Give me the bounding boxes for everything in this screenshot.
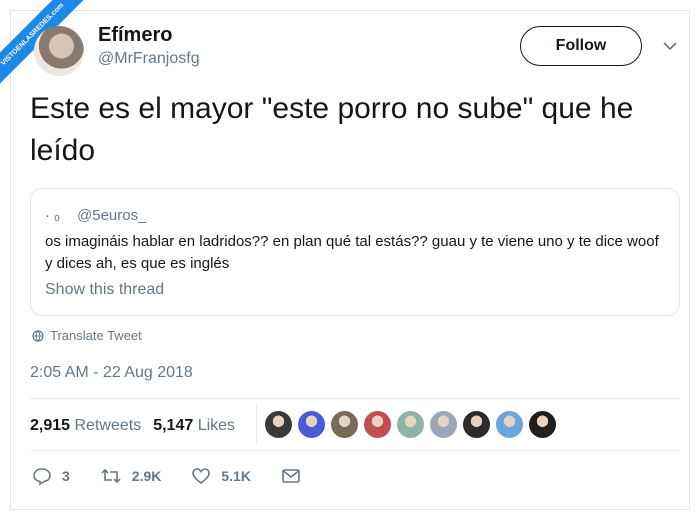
reply-button[interactable]: 3 (32, 466, 70, 486)
retweets-stat[interactable]: 2,915 Retweets (30, 417, 141, 435)
show-thread-link[interactable]: Show this thread (45, 281, 164, 299)
liker-avatar[interactable] (495, 410, 524, 439)
likes-stat[interactable]: 5,147 Likes (153, 417, 235, 435)
timestamp[interactable]: 2:05 AM - 22 Aug 2018 (30, 364, 193, 382)
stats-separator (256, 404, 257, 444)
retweet-button[interactable]: 2.9K (100, 466, 162, 486)
liker-avatar[interactable] (528, 410, 557, 439)
likes-label: Likes (197, 417, 236, 434)
translate-label: Translate Tweet (50, 328, 142, 343)
tweet-text: Este es el mayor "este porro no sube" qu… (30, 92, 634, 167)
liker-avatars (264, 410, 557, 439)
globe-icon (32, 329, 44, 342)
liker-avatar[interactable] (462, 410, 491, 439)
retweet-count: 2.9K (131, 468, 162, 484)
liker-avatar[interactable] (429, 410, 458, 439)
liker-avatar[interactable] (396, 410, 425, 439)
translate-tweet[interactable]: Translate Tweet (32, 328, 142, 343)
like-count: 5.1K (221, 468, 251, 484)
author-name[interactable]: Efímero (98, 24, 172, 47)
liker-avatar[interactable] (330, 410, 359, 439)
liker-avatar[interactable] (264, 410, 293, 439)
message-button[interactable] (281, 466, 301, 486)
quoted-handle[interactable]: @5euros_ (77, 207, 146, 224)
mail-icon (282, 469, 300, 483)
tweet-stats: 2,915 Retweets 5,147 Likes (30, 414, 235, 438)
heart-icon (192, 468, 211, 485)
quoted-tweet-header: · ₒ @5euros_ (45, 207, 146, 224)
chevron-down-icon[interactable] (662, 38, 678, 54)
quoted-tweet[interactable]: · ₒ @5euros_ os imagináis hablar en ladri… (30, 188, 680, 316)
divider (30, 450, 680, 451)
author-handle[interactable]: @MrFranjosfg (98, 50, 200, 68)
retweets-label: Retweets (74, 417, 142, 434)
tweet-header: Efímero @MrFranjosfg Follow (22, 18, 682, 78)
follow-button[interactable]: Follow (520, 26, 642, 66)
reply-count: 3 (62, 468, 70, 484)
retweet-icon (101, 468, 121, 484)
liker-avatar[interactable] (297, 410, 326, 439)
retweets-count: 2,915 (30, 417, 71, 434)
avatar[interactable] (34, 26, 84, 76)
like-button[interactable]: 5.1K (191, 466, 251, 486)
divider (30, 398, 680, 399)
quoted-tweet-text: os imagináis hablar en ladridos?? en pla… (45, 233, 659, 272)
liker-avatar[interactable] (363, 410, 392, 439)
quoted-avatar-icon: · ₒ (45, 207, 60, 224)
likes-count: 5,147 (153, 417, 194, 434)
tweet-actions: 3 2.9K 5.1K (32, 466, 331, 486)
reply-icon (33, 468, 51, 486)
